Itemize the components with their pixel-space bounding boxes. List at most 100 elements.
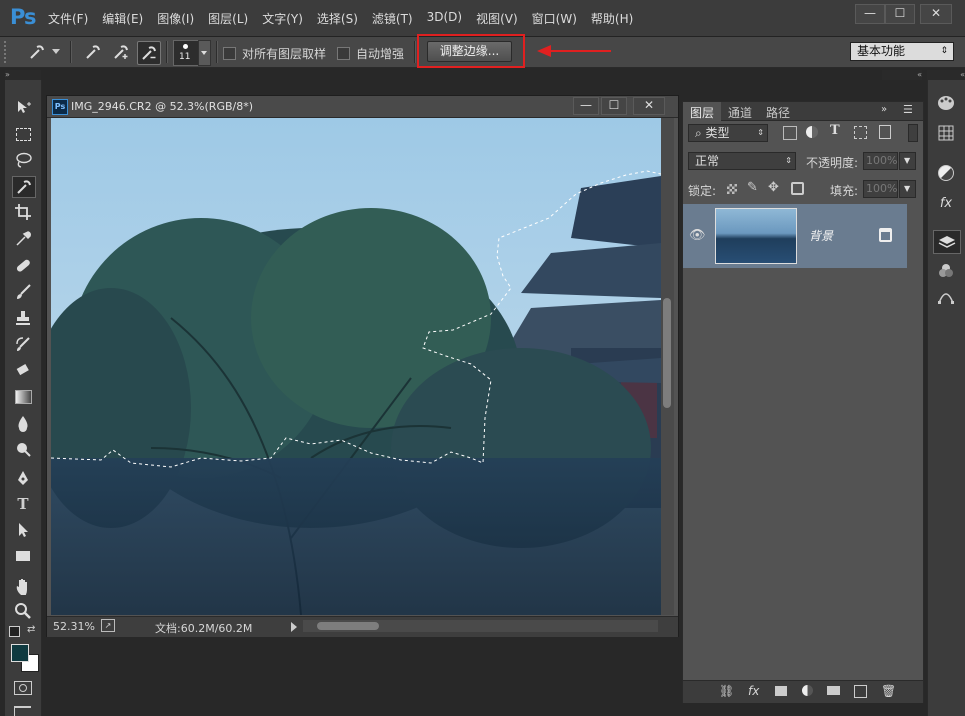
minimize-button[interactable]: — xyxy=(855,4,885,24)
brush-size-picker[interactable]: 11 xyxy=(173,40,199,66)
zoom-tool-icon[interactable] xyxy=(12,601,34,621)
shape-filter-icon[interactable] xyxy=(854,126,867,139)
marquee-tool-icon[interactable] xyxy=(12,124,34,144)
fill-input[interactable]: 100% xyxy=(863,180,898,198)
clone-stamp-tool-icon[interactable] xyxy=(12,308,34,328)
blur-tool-icon[interactable] xyxy=(12,413,34,433)
history-brush-tool-icon[interactable] xyxy=(12,334,34,354)
menu-window[interactable]: 窗口(W) xyxy=(532,10,577,27)
visibility-eye-icon[interactable]: 👁 xyxy=(689,228,706,243)
menu-select[interactable]: 选择(S) xyxy=(317,10,358,27)
channels-circles-icon[interactable] xyxy=(933,260,959,282)
tab-paths[interactable]: 路径 xyxy=(759,102,797,123)
quick-selection-tool-icon[interactable] xyxy=(12,176,36,198)
lock-all-icon[interactable] xyxy=(791,182,804,195)
screen-mode-icon[interactable] xyxy=(14,706,31,716)
path-selection-tool-icon[interactable] xyxy=(12,520,34,540)
add-mask-icon[interactable] xyxy=(775,686,787,696)
foreground-color-swatch[interactable] xyxy=(11,644,29,662)
styles-fx-icon[interactable]: fx xyxy=(933,192,959,214)
new-group-icon[interactable] xyxy=(827,686,840,695)
rectangle-tool-icon[interactable] xyxy=(12,546,34,566)
status-menu-arrow-icon[interactable] xyxy=(291,622,297,632)
fill-dropdown[interactable]: ▼ xyxy=(899,180,916,198)
color-palette-icon[interactable] xyxy=(933,92,959,114)
new-selection-icon[interactable] xyxy=(82,41,104,63)
brush-tool-icon[interactable] xyxy=(12,282,34,302)
menu-filter[interactable]: 滤镜(T) xyxy=(372,10,413,27)
pen-tool-icon[interactable] xyxy=(12,468,34,488)
horizontal-scrollbar-thumb[interactable] xyxy=(317,622,379,630)
quick-mask-icon[interactable] xyxy=(14,681,32,695)
default-colors-icon[interactable] xyxy=(9,626,20,637)
vertical-scrollbar-thumb[interactable] xyxy=(663,298,671,408)
new-adjustment-icon[interactable] xyxy=(802,685,813,696)
menu-3d[interactable]: 3D(D) xyxy=(427,10,462,27)
image-canvas[interactable] xyxy=(51,118,661,615)
panel-menu-icon[interactable]: ☰ xyxy=(903,103,913,116)
document-maximize-button[interactable]: ☐ xyxy=(601,97,627,115)
workspace-select[interactable]: 基本功能 ⇕ xyxy=(850,42,954,61)
horizontal-scrollbar[interactable] xyxy=(303,620,658,632)
fx-icon[interactable]: fx xyxy=(748,684,759,698)
layer-filter-select[interactable]: ⌕ 类型 ⇕ xyxy=(688,124,768,142)
move-tool-icon[interactable] xyxy=(12,97,34,117)
tab-layers[interactable]: 图层 xyxy=(683,102,722,123)
auto-enhance-checkbox[interactable] xyxy=(337,47,350,60)
new-layer-icon[interactable] xyxy=(854,685,867,698)
maximize-button[interactable]: ☐ xyxy=(885,4,915,24)
trash-icon[interactable]: 🗑 xyxy=(881,684,896,698)
share-icon[interactable]: ↗ xyxy=(101,619,115,632)
dodge-tool-icon[interactable] xyxy=(12,439,34,459)
toolbar-collapse-strip[interactable]: » xyxy=(5,70,41,80)
dock-collapse-strip[interactable]: « xyxy=(927,70,965,80)
filter-toggle[interactable] xyxy=(908,124,918,142)
zoom-level[interactable]: 52.31% xyxy=(53,620,95,633)
menu-type[interactable]: 文字(Y) xyxy=(262,10,303,27)
panel-collapse-strip[interactable]: « xyxy=(882,70,922,80)
type-filter-icon[interactable]: T xyxy=(830,123,840,138)
panel-expand-icon[interactable]: » xyxy=(881,104,887,115)
opacity-dropdown[interactable]: ▼ xyxy=(899,152,916,170)
smart-object-filter-icon[interactable] xyxy=(879,125,891,139)
menu-file[interactable]: 文件(F) xyxy=(48,10,88,27)
add-to-selection-icon[interactable] xyxy=(110,41,132,63)
blend-mode-select[interactable]: 正常 ⇕ xyxy=(688,152,796,170)
lock-transparent-icon[interactable] xyxy=(727,184,737,194)
swatches-grid-icon[interactable] xyxy=(933,122,959,144)
adjustment-filter-icon[interactable] xyxy=(806,126,818,138)
sample-all-layers-checkbox[interactable] xyxy=(223,47,236,60)
menu-help[interactable]: 帮助(H) xyxy=(591,10,633,27)
crop-tool-icon[interactable] xyxy=(12,202,34,222)
menu-edit[interactable]: 编辑(E) xyxy=(102,10,143,27)
tab-channels[interactable]: 通道 xyxy=(721,102,759,123)
menu-view[interactable]: 视图(V) xyxy=(476,10,518,27)
pixel-filter-icon[interactable] xyxy=(783,126,797,140)
close-button[interactable]: ✕ xyxy=(920,4,952,24)
lasso-tool-icon[interactable] xyxy=(12,150,34,170)
subtract-from-selection-icon[interactable] xyxy=(137,41,161,65)
layer-name[interactable]: 背景 xyxy=(809,227,833,244)
menu-layer[interactable]: 图层(L) xyxy=(208,10,248,27)
document-title-bar[interactable]: Ps IMG_2946.CR2 @ 52.3%(RGB/8*) — ☐ ✕ xyxy=(47,96,678,118)
opacity-input[interactable]: 100% xyxy=(863,152,898,170)
sample-all-layers-option[interactable]: 对所有图层取样 xyxy=(223,45,326,62)
document-minimize-button[interactable]: — xyxy=(573,97,599,115)
adjustments-icon[interactable] xyxy=(933,162,959,184)
options-grip[interactable] xyxy=(4,41,12,63)
brush-size-dropdown[interactable] xyxy=(198,40,211,66)
document-close-button[interactable]: ✕ xyxy=(633,97,665,115)
swap-colors-icon[interactable]: ⇄ xyxy=(27,624,35,635)
lock-image-icon[interactable]: ✎ xyxy=(747,180,758,195)
chevron-down-icon[interactable] xyxy=(52,49,60,54)
layer-row[interactable]: 👁 背景 xyxy=(683,204,907,268)
layers-stack-icon[interactable] xyxy=(933,230,961,254)
type-tool-icon[interactable]: T xyxy=(12,494,34,514)
eraser-tool-icon[interactable] xyxy=(12,360,34,380)
quick-selection-preset-icon[interactable] xyxy=(26,41,48,63)
vertical-scrollbar[interactable] xyxy=(661,118,674,615)
paths-pen-icon[interactable] xyxy=(933,286,959,308)
auto-enhance-option[interactable]: 自动增强 xyxy=(337,45,404,62)
menu-image[interactable]: 图像(I) xyxy=(157,10,194,27)
healing-brush-tool-icon[interactable] xyxy=(12,256,34,276)
